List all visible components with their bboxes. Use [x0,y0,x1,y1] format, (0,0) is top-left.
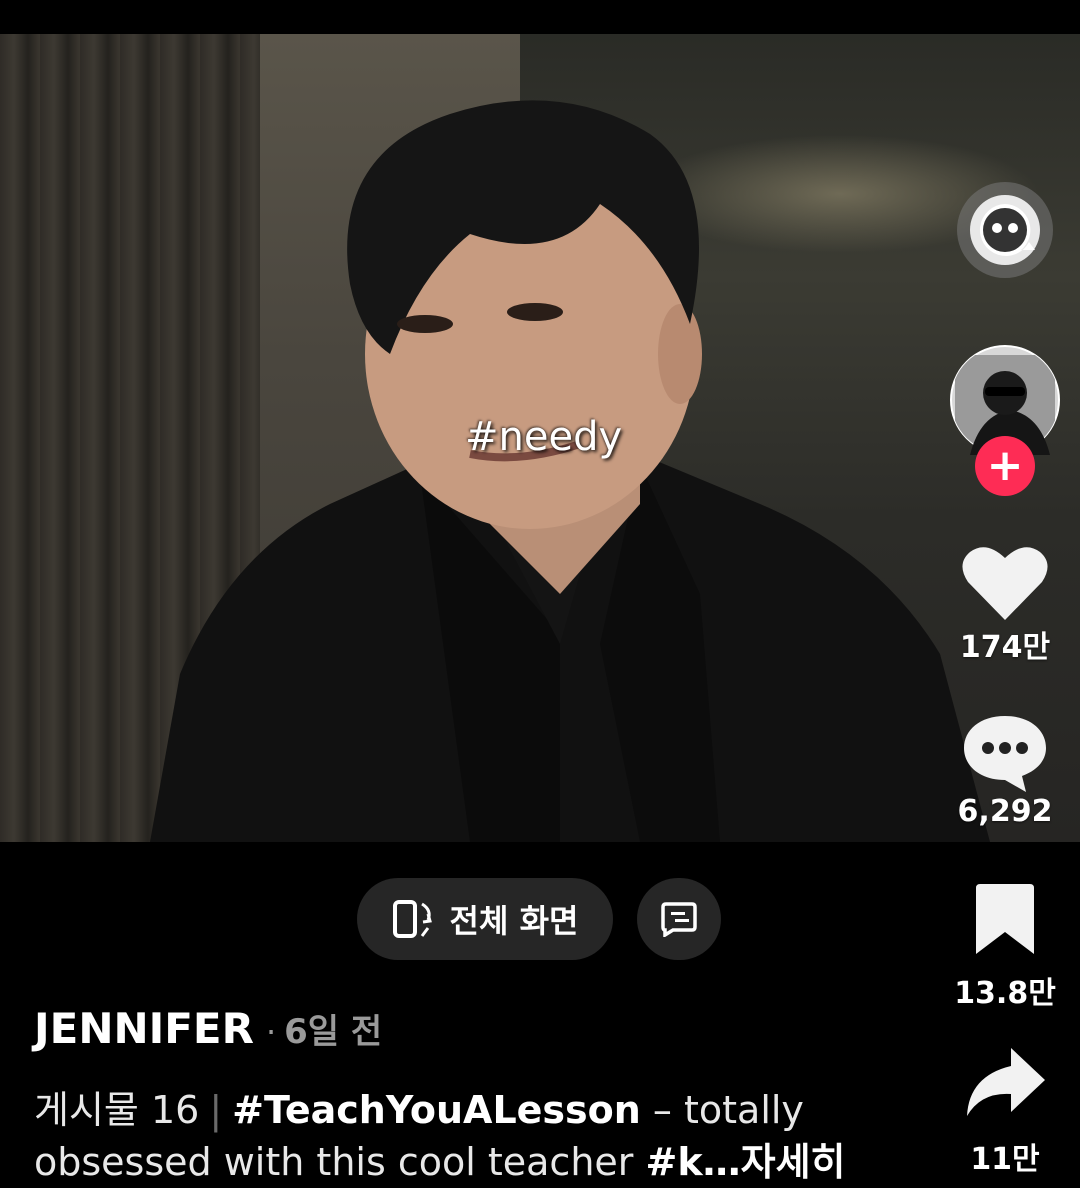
fullscreen-label: 전체 화면 [449,902,579,940]
heart-icon [962,547,1048,620]
fullscreen-button[interactable]: 전체 화면 [357,878,613,960]
ai-chat-icon [957,182,1053,278]
captions-button[interactable] [637,878,721,960]
video-overlay-text: #needy [465,414,623,460]
bookmark-count: 13.8만 [954,976,1056,1011]
like-count: 174만 [959,630,1051,665]
ai-chat-button[interactable] [930,180,1080,280]
like-button[interactable]: 174만 [930,542,1080,666]
follow-button[interactable]: + [930,436,1080,496]
caption-divider: | [209,1088,223,1132]
more-button[interactable]: 자세히 [741,1140,846,1184]
author-name[interactable]: JENNIFER [34,1004,254,1053]
action-rail: + 174만 6,292 13.8만 11만 [930,0,1080,1181]
post-meta: JENNIFER · 6일 전 [34,1004,382,1053]
fullscreen-icon [392,900,432,938]
comment-icon [964,716,1046,792]
comment-count: 6,292 [957,794,1053,829]
share-button[interactable]: 11만 [930,1046,1080,1178]
caption-icon [661,902,697,937]
plus-icon: + [975,436,1035,496]
post-label: 게시물 16 [34,1088,200,1132]
bookmark-icon [976,884,1034,954]
hashtag-link-truncated[interactable]: #k… [646,1140,741,1184]
meta-separator: · [265,1013,277,1051]
post-time: 6일 전 [284,1012,383,1052]
share-icon [967,1048,1045,1116]
video-player[interactable]: #needy [0,34,1080,842]
status-bar [0,0,1080,34]
post-caption[interactable]: 게시물 16 | #TeachYouALesson – totally obsess… [34,1084,914,1188]
share-count: 11만 [970,1142,1040,1177]
hashtag-link[interactable]: #TeachYouALesson [232,1088,641,1132]
bookmark-button[interactable]: 13.8만 [930,884,1080,1012]
comment-button[interactable]: 6,292 [930,712,1080,829]
